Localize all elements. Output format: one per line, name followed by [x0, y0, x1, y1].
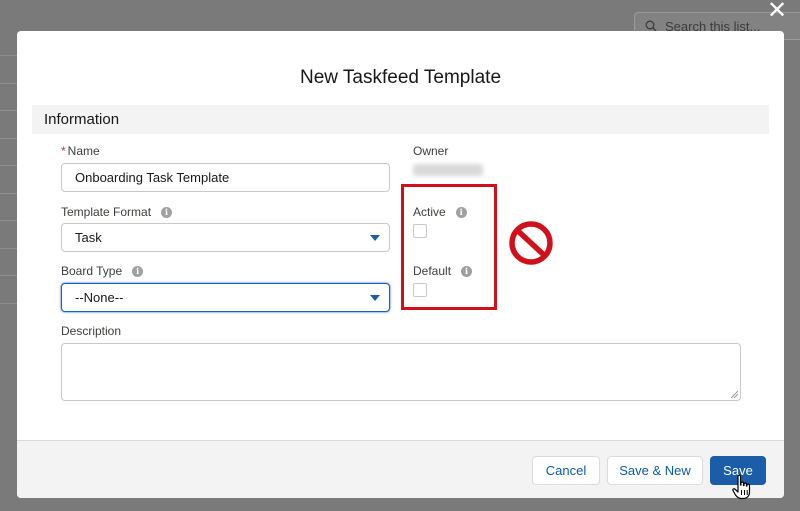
name-input[interactable]: Onboarding Task Template: [61, 163, 390, 192]
info-icon[interactable]: i: [161, 206, 173, 218]
description-textarea[interactable]: [61, 343, 741, 401]
name-input-value: Onboarding Task Template: [75, 170, 230, 185]
template-format-select[interactable]: Task: [61, 223, 390, 252]
prohibited-icon: [509, 221, 553, 265]
board-type-label-text: Board Type: [61, 264, 123, 278]
modal-footer: Cancel Save & New Save: [17, 441, 784, 498]
highlight-box: [401, 184, 497, 310]
template-format-label-text: Template Format: [61, 205, 152, 219]
owner-label: Owner: [413, 144, 449, 158]
board-type-label: Board Type i: [61, 264, 144, 278]
chevron-down-icon: [370, 295, 380, 301]
board-type-select[interactable]: --None--: [61, 283, 390, 312]
template-format-value: Task: [75, 230, 102, 245]
name-label: * Name: [61, 144, 100, 158]
modal-title: New Taskfeed Template: [299, 67, 502, 88]
required-marker: *: [61, 144, 66, 158]
info-icon[interactable]: i: [132, 265, 144, 277]
description-label: Description: [61, 324, 122, 338]
template-format-label: Template Format i: [61, 205, 173, 219]
chevron-down-icon: [370, 235, 380, 241]
owner-value-redacted: [413, 164, 483, 176]
name-label-text: Name: [67, 144, 100, 158]
close-icon[interactable]: ✕: [764, 0, 790, 24]
cancel-button[interactable]: Cancel: [532, 456, 600, 485]
hand-pointer-icon: [732, 474, 751, 500]
new-template-modal: New Taskfeed Template Information * Name…: [17, 31, 784, 498]
board-type-value: --None--: [75, 290, 124, 305]
section-header-information: Information: [32, 105, 769, 134]
save-new-button[interactable]: Save & New: [607, 456, 703, 485]
resize-handle-icon[interactable]: [730, 390, 738, 398]
